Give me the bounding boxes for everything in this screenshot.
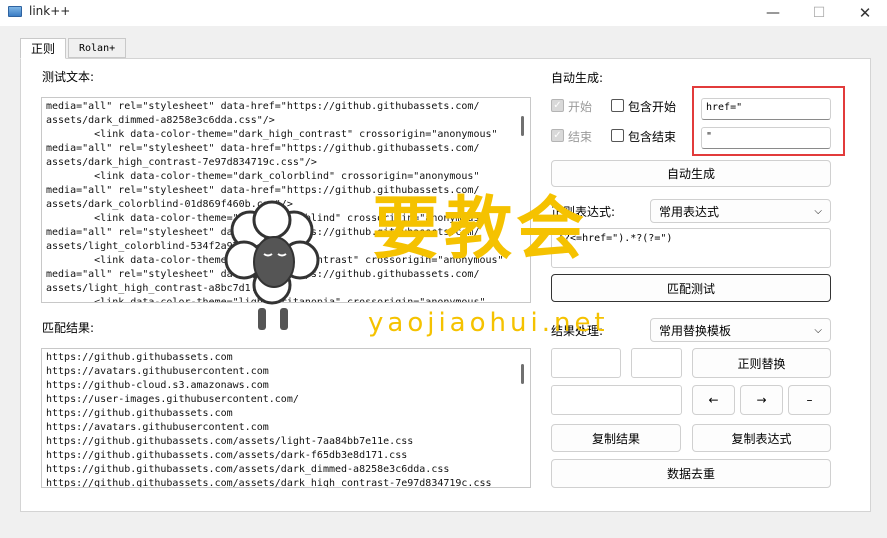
include-end-label: 包含结束 bbox=[628, 130, 677, 144]
text-line: https://github.githubassets.com/assets/d… bbox=[46, 478, 492, 488]
test-text-area[interactable]: media="all" rel="stylesheet" data-href="… bbox=[41, 97, 531, 303]
test-text-label: 测试文本: bbox=[42, 70, 95, 84]
text-line: <link data-color-theme="dark_colorblind"… bbox=[46, 171, 480, 182]
text-line: assets/dark_colorblind-01d869f460b.css"/… bbox=[46, 199, 293, 210]
tab-rolan[interactable]: Rolan+ bbox=[68, 38, 127, 58]
replace-find-field[interactable] bbox=[551, 348, 621, 378]
chevron-down-icon: ⌵ bbox=[814, 205, 822, 217]
tab-regex[interactable]: 正则 bbox=[20, 38, 67, 59]
include-start-checkbox[interactable] bbox=[611, 99, 624, 112]
replace-with-field[interactable] bbox=[631, 348, 682, 378]
text-line: media="all" rel="stylesheet" data-href="… bbox=[46, 185, 480, 196]
end-checkbox[interactable]: ✓ bbox=[551, 129, 564, 142]
text-line: https://github-cloud.s3.amazonaws.com bbox=[46, 380, 269, 391]
copy-regex-button[interactable]: 复制表达式 bbox=[692, 424, 831, 452]
dash-button[interactable]: – bbox=[788, 385, 831, 415]
text-line: media="all" rel="stylesheet" data-href="… bbox=[46, 227, 480, 238]
dedupe-button[interactable]: 数据去重 bbox=[551, 459, 831, 488]
copy-result-button[interactable]: 复制结果 bbox=[551, 424, 681, 452]
text-line: https://github.githubassets.com/assets/l… bbox=[46, 436, 414, 447]
end-checkbox-label: 结束 bbox=[568, 130, 593, 144]
text-line: https://github.githubassets.com bbox=[46, 408, 233, 419]
match-test-button[interactable]: 匹配测试 bbox=[551, 274, 831, 302]
process-field[interactable] bbox=[551, 385, 682, 415]
regex-template-select[interactable]: 常用表达式 ⌵ bbox=[650, 199, 831, 223]
text-line: <link data-color-theme="dark_high_contra… bbox=[46, 129, 498, 140]
text-line: assets/dark_dimmed-a8258e3c6dda.css"/> bbox=[46, 115, 275, 126]
text-line: media="all" rel="stylesheet" data-href="… bbox=[46, 101, 480, 112]
text-line: media="all" rel="stylesheet" data-href="… bbox=[46, 143, 480, 154]
match-result-label: 匹配结果: bbox=[42, 321, 95, 335]
include-start-label: 包含开始 bbox=[628, 100, 677, 114]
replace-template-value: 常用替换模板 bbox=[659, 323, 732, 338]
text-line: https://avatars.githubusercontent.com bbox=[46, 366, 269, 377]
replace-template-select[interactable]: 常用替换模板 ⌵ bbox=[650, 318, 831, 342]
text-line: https://avatars.githubusercontent.com bbox=[46, 422, 269, 433]
text-line: https://user-images.githubusercontent.co… bbox=[46, 394, 299, 405]
app-icon bbox=[8, 6, 22, 17]
match-result-scrollbar[interactable] bbox=[521, 364, 524, 384]
close-button[interactable]: ✕ bbox=[842, 0, 887, 26]
regex-input[interactable]: (?<=href=").*?(?=") bbox=[551, 228, 831, 268]
text-line: <link data-color-theme="light_colorblind… bbox=[46, 213, 486, 224]
text-line: <link data-color-theme="light_high_contr… bbox=[46, 255, 504, 266]
regex-label: 正则表达式: bbox=[551, 205, 616, 219]
start-checkbox-label: 开始 bbox=[568, 100, 593, 114]
regex-replace-button[interactable]: 正则替换 bbox=[692, 348, 831, 378]
text-line: assets/light_high_contrast-a8bc7d1..."/> bbox=[46, 283, 287, 294]
text-line: https://github.githubassets.com bbox=[46, 352, 233, 363]
chevron-down-icon: ⌵ bbox=[814, 324, 822, 336]
maximize-button[interactable]: ☐ bbox=[796, 0, 842, 26]
minimize-button[interactable]: — bbox=[750, 0, 796, 26]
auto-gen-label: 自动生成: bbox=[551, 71, 604, 85]
left-arrow-button[interactable]: ← bbox=[692, 385, 735, 415]
text-line: https://github.githubassets.com/assets/d… bbox=[46, 450, 408, 461]
text-line: https://github.githubassets.com/assets/d… bbox=[46, 464, 450, 475]
text-line: assets/dark_high_contrast-7e97d834719c.c… bbox=[46, 157, 317, 168]
include-end-checkbox[interactable] bbox=[611, 129, 624, 142]
start-checkbox[interactable]: ✓ bbox=[551, 99, 564, 112]
text-line: <link data-color-theme="light_tritanopia… bbox=[46, 297, 486, 303]
text-line: media="all" rel="stylesheet" data-href="… bbox=[46, 269, 480, 280]
right-arrow-button[interactable]: → bbox=[740, 385, 783, 415]
test-text-scrollbar[interactable] bbox=[521, 116, 524, 136]
window-title: link++ bbox=[29, 4, 71, 18]
text-line: assets/light_colorblind-534f2a971240.css… bbox=[46, 241, 305, 252]
highlight-box bbox=[692, 86, 845, 156]
result-process-label: 结果处理: bbox=[551, 324, 604, 338]
regex-template-value: 常用表达式 bbox=[659, 204, 720, 219]
match-result-area[interactable]: https://github.githubassets.com https://a… bbox=[41, 348, 531, 488]
auto-generate-button[interactable]: 自动生成 bbox=[551, 160, 831, 187]
